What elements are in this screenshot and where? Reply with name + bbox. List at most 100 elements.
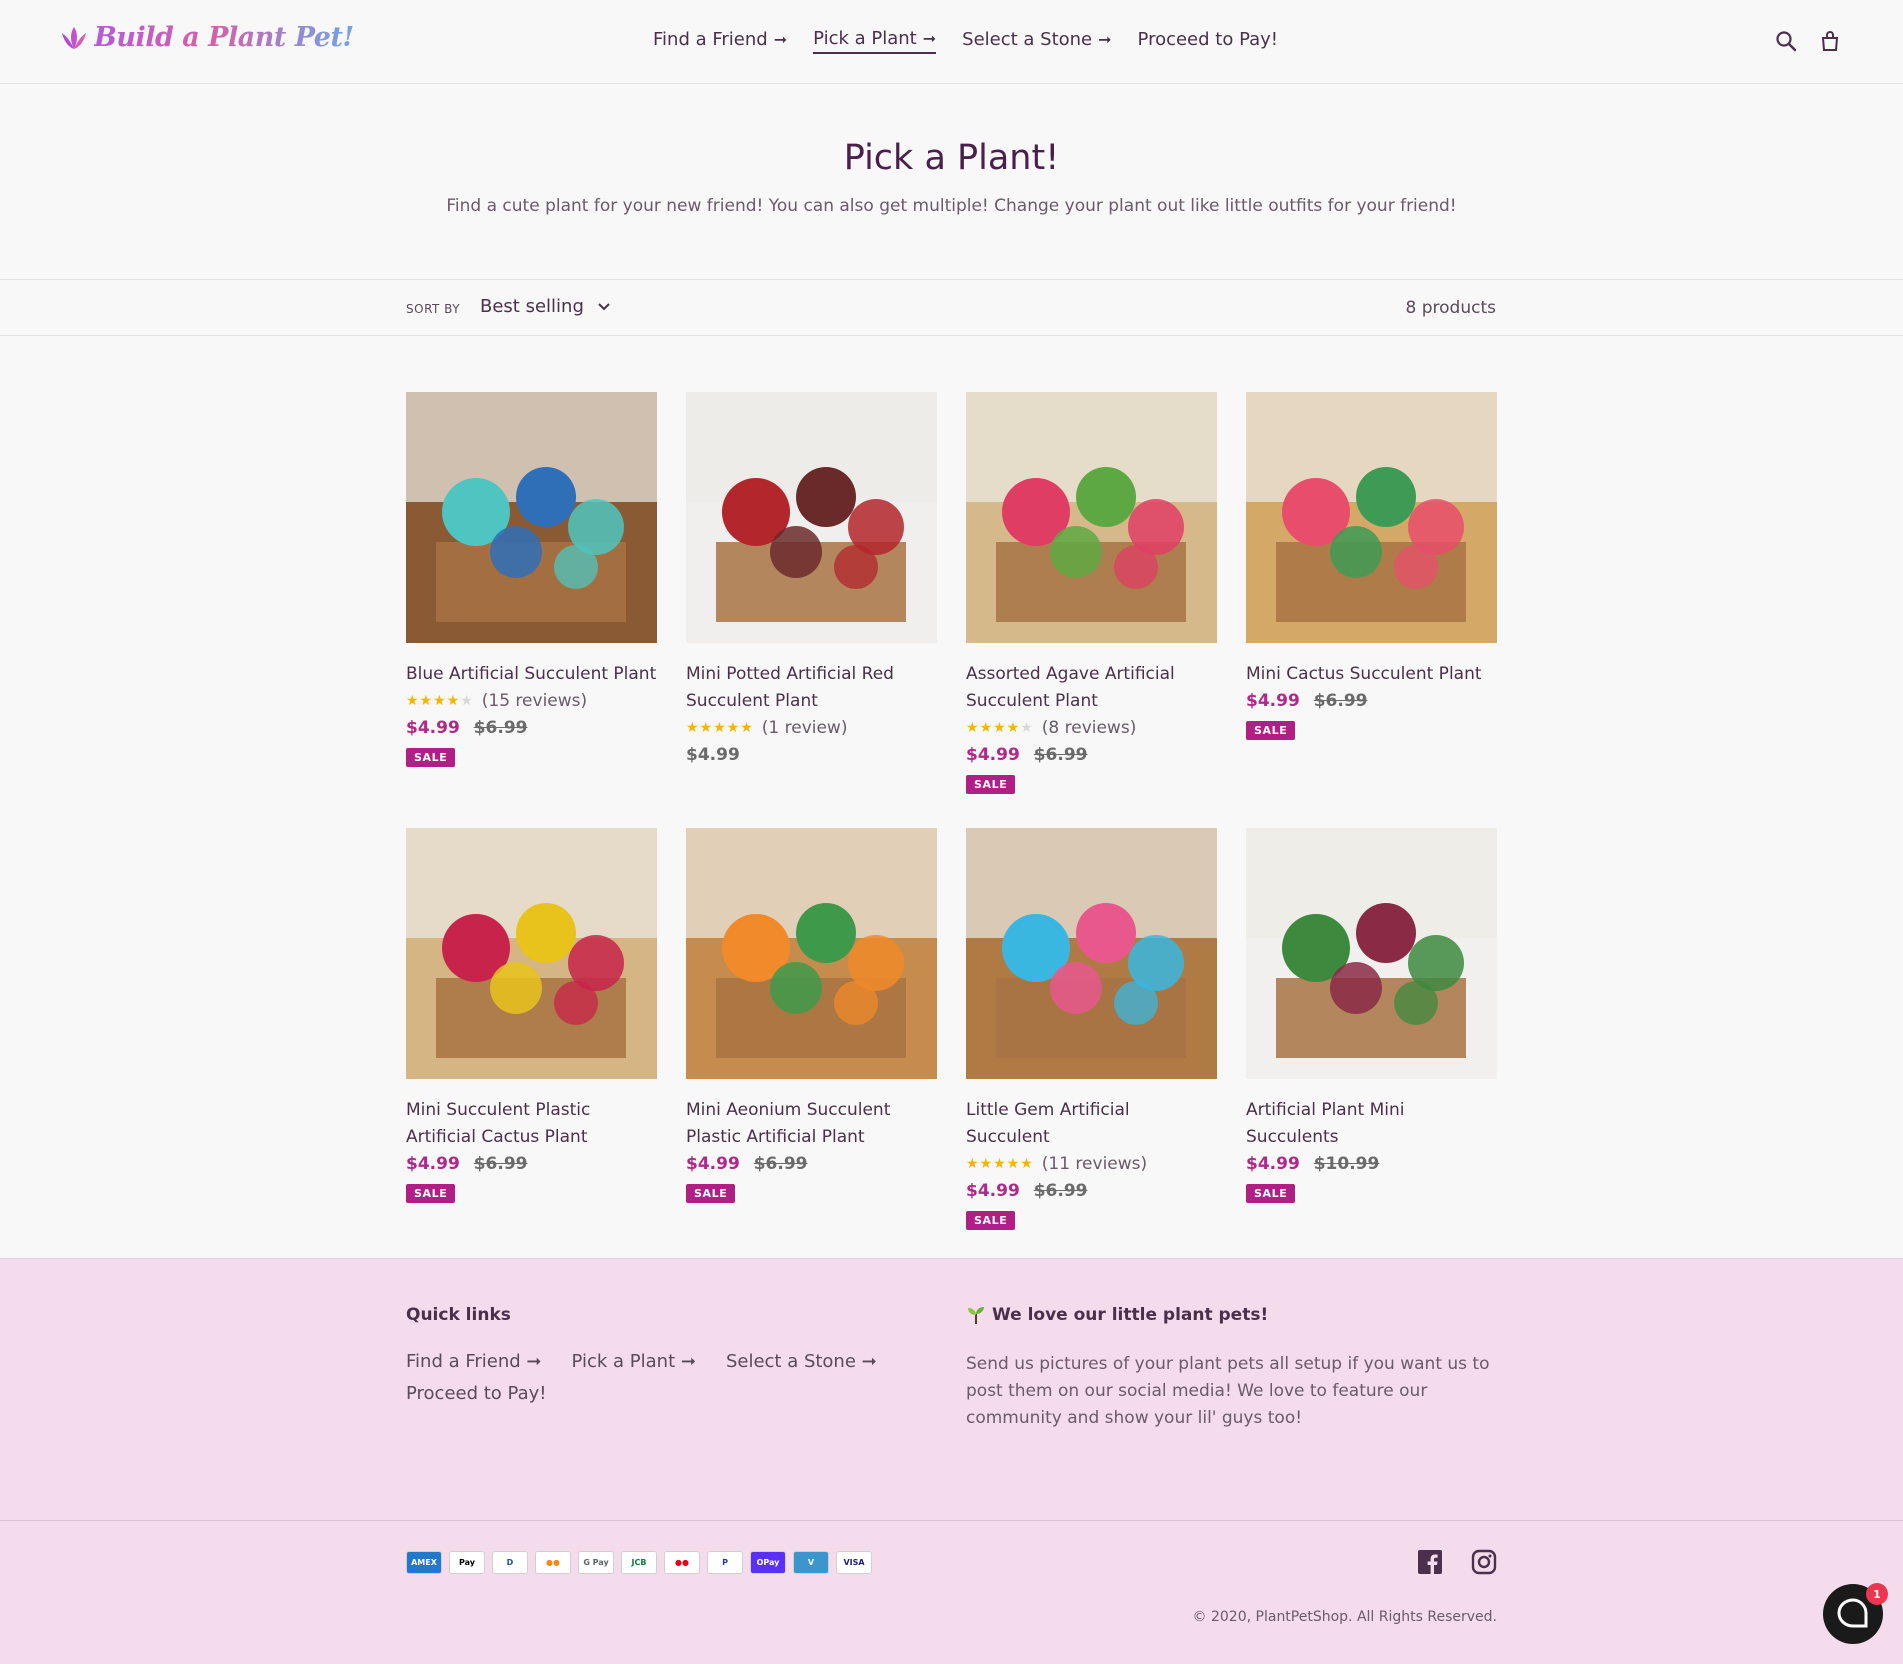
product-image[interactable] [686, 392, 937, 643]
product-title[interactable]: Artificial Plant Mini Succulents [1246, 1097, 1497, 1151]
product-title[interactable]: Mini Aeonium Succulent Plastic Artificia… [686, 1097, 937, 1151]
footer-link-select-a-stone[interactable]: Select a Stone ➞ [726, 1351, 877, 1373]
sale-badge: SALE [686, 1184, 736, 1203]
compare-price: $6.99 [1313, 691, 1368, 711]
sale-badge: SALE [966, 1211, 1016, 1230]
product-title[interactable]: Mini Potted Artificial Red Succulent Pla… [686, 661, 937, 715]
product-rating: ★★★★★ (1 review) [686, 715, 937, 742]
brand-logo[interactable]: Build a Plant Pet! [60, 22, 354, 53]
product-card[interactable]: Mini Cactus Succulent Plant $4.99 $6.99 … [1246, 392, 1497, 828]
site-footer: Quick links Find a Friend ➞ Pick a Plant… [0, 1258, 1903, 1664]
apple-pay-icon: Pay [449, 1551, 485, 1574]
star-rating-icon: ★★★★★ [686, 720, 754, 736]
product-price: $4.99 [686, 742, 937, 769]
footer-link-find-a-friend[interactable]: Find a Friend ➞ [406, 1351, 542, 1373]
product-count: 8 products [1405, 298, 1496, 318]
footer-link-proceed-to-pay[interactable]: Proceed to Pay! [406, 1383, 546, 1405]
product-image[interactable] [1246, 392, 1497, 643]
social-links [1417, 1549, 1497, 1575]
chat-bubble-icon [1837, 1598, 1868, 1628]
payment-icons: AMEX Pay D ●● G Pay JCB ●● P OPay V VISA [406, 1551, 872, 1574]
product-price: $4.99 $6.99 [406, 1151, 657, 1178]
sale-price: $4.99 [406, 718, 460, 738]
quick-links-heading: Quick links [406, 1305, 511, 1325]
review-count: (11 reviews) [1041, 1154, 1148, 1174]
page-subtitle: Find a cute plant for your new friend! Y… [446, 196, 1457, 216]
review-count: (8 reviews) [1041, 718, 1137, 738]
product-card[interactable]: Mini Succulent Plastic Artificial Cactus… [406, 828, 657, 1264]
product-card[interactable]: Assorted Agave Artificial Succulent Plan… [966, 392, 1217, 828]
visa-icon: VISA [836, 1551, 872, 1574]
sale-badge: SALE [406, 1184, 456, 1203]
search-icon[interactable] [1775, 30, 1797, 52]
nav-label: Find a Friend [653, 29, 768, 50]
love-heading: We love our little plant pets! [966, 1305, 1268, 1325]
amex-icon: AMEX [406, 1551, 442, 1574]
product-card[interactable]: Blue Artificial Succulent Plant ★★★★★ (1… [406, 392, 657, 828]
sort-dropdown[interactable]: Best selling [480, 296, 610, 317]
product-card[interactable]: Mini Aeonium Succulent Plastic Artificia… [686, 828, 937, 1264]
nav-proceed-to-pay[interactable]: Proceed to Pay! [1138, 28, 1278, 54]
footer-top: Quick links Find a Friend ➞ Pick a Plant… [0, 1259, 1903, 1521]
compare-price: $6.99 [473, 718, 528, 738]
love-text: Send us pictures of your plant pets all … [966, 1354, 1490, 1428]
love-heading-text: We love our little plant pets! [992, 1305, 1269, 1325]
diners-icon: D [492, 1551, 528, 1574]
product-image[interactable] [1246, 828, 1497, 1079]
header-actions [1775, 30, 1841, 52]
arrow-right-icon: ➞ [922, 29, 937, 48]
product-card[interactable]: Artificial Plant Mini Succulents $4.99 $… [1246, 828, 1497, 1264]
product-rating: ★★★★★ (8 reviews) [966, 715, 1217, 742]
review-count: (15 reviews) [481, 691, 588, 711]
sale-price: $4.99 [966, 745, 1020, 765]
sale-badge: SALE [1246, 721, 1296, 740]
nav-select-a-stone[interactable]: Select a Stone ➞ [962, 28, 1111, 54]
nav-label: Proceed to Pay! [1137, 29, 1279, 50]
arrow-right-icon: ➞ [773, 30, 788, 49]
chevron-down-icon [598, 299, 610, 315]
product-title[interactable]: Blue Artificial Succulent Plant [406, 661, 657, 688]
product-title[interactable]: Little Gem Artificial Succulent [966, 1097, 1217, 1151]
nav-pick-a-plant[interactable]: Pick a Plant ➞ [813, 28, 937, 54]
product-price: $4.99 $6.99 [966, 1178, 1217, 1205]
sale-badge: SALE [406, 748, 456, 767]
mastercard-icon: ●● [664, 1551, 700, 1574]
product-price: $4.99 $6.99 [686, 1151, 937, 1178]
nav-find-a-friend[interactable]: Find a Friend ➞ [653, 28, 787, 54]
compare-price: $6.99 [753, 1154, 808, 1174]
sale-badge: SALE [1246, 1184, 1296, 1203]
site-header: Build a Plant Pet! Find a Friend ➞ Pick … [0, 0, 1903, 84]
product-title[interactable]: Mini Succulent Plastic Artificial Cactus… [406, 1097, 657, 1151]
quick-links: Find a Friend ➞ Pick a Plant ➞ Select a … [406, 1351, 926, 1415]
main-nav: Find a Friend ➞ Pick a Plant ➞ Select a … [653, 28, 1304, 54]
review-count: (1 review) [761, 718, 848, 738]
product-image[interactable] [966, 828, 1217, 1079]
facebook-icon[interactable] [1417, 1549, 1443, 1575]
product-title[interactable]: Mini Cactus Succulent Plant [1246, 661, 1497, 688]
sale-price: $4.99 [1246, 1154, 1300, 1174]
product-image[interactable] [406, 828, 657, 1079]
star-rating-icon: ★★★★★ [966, 1156, 1034, 1172]
sort-label: SORT BY [406, 302, 461, 316]
sale-price: $4.99 [686, 1154, 740, 1174]
footer-link-pick-a-plant[interactable]: Pick a Plant ➞ [572, 1351, 696, 1373]
venmo-icon: V [793, 1551, 829, 1574]
product-rating: ★★★★★ (15 reviews) [406, 688, 657, 715]
product-image[interactable] [966, 392, 1217, 643]
nav-label: Pick a Plant [813, 28, 917, 49]
sale-price: $4.99 [1246, 691, 1300, 711]
product-card[interactable]: Little Gem Artificial Succulent ★★★★★ (1… [966, 828, 1217, 1264]
sort-value: Best selling [480, 296, 584, 317]
seedling-icon [968, 1307, 984, 1324]
star-rating-icon: ★★★★★ [406, 693, 474, 709]
chat-notification-badge: 1 [1866, 1583, 1888, 1605]
cart-icon[interactable] [1819, 30, 1841, 52]
product-card[interactable]: Mini Potted Artificial Red Succulent Pla… [686, 392, 937, 828]
product-rating: ★★★★★ (11 reviews) [966, 1151, 1217, 1178]
product-image[interactable] [686, 828, 937, 1079]
instagram-icon[interactable] [1471, 1549, 1497, 1575]
product-grid: Blue Artificial Succulent Plant ★★★★★ (1… [406, 392, 1497, 1264]
product-title[interactable]: Assorted Agave Artificial Succulent Plan… [966, 661, 1217, 715]
product-image[interactable] [406, 392, 657, 643]
sale-price: $4.99 [966, 1181, 1020, 1201]
